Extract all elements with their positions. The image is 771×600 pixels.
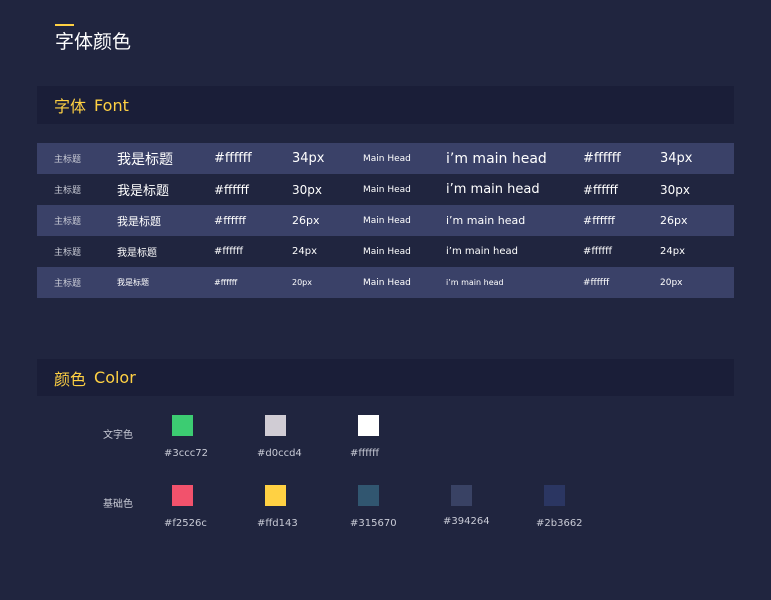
swatch-hex-label: #3ccc72 (164, 448, 208, 459)
cn-sample: 我是标题 (117, 278, 149, 287)
page: 字体颜色 字体 Font 主标题 我是标题 #ffffff 34px Main … (0, 0, 771, 600)
hex-value: #ffffff (214, 151, 252, 166)
swatch-hex-label: #d0ccd4 (257, 448, 302, 459)
row-label: 主标题 (54, 279, 82, 289)
cn-sample: 我是标题 (117, 184, 170, 199)
row-label: 主标题 (54, 217, 82, 227)
en-sample: i’m main head (446, 150, 547, 167)
color-section-title-cn: 颜色 (54, 369, 87, 389)
base-color-swatch-1: #f2526c (164, 485, 234, 529)
base-color-label: 基础色 (103, 499, 133, 510)
size-value: 20px (292, 278, 312, 287)
font-section-title-en: Font (94, 95, 129, 115)
font-row-30: 主标题 我是标题 #ffffff 30px Main Head i’m main… (37, 174, 734, 205)
size-value-2: 20px (660, 277, 683, 288)
text-color-label: 文字色 (103, 430, 133, 441)
en-sample: i’m main head (446, 278, 504, 287)
hex-value-2: #ffffff (583, 151, 621, 166)
size-value: 24px (292, 246, 317, 257)
size-value-2: 24px (660, 246, 685, 257)
swatch-hex-label: #f2526c (164, 518, 207, 529)
font-section-header: 字体 Font (37, 86, 734, 124)
text-color-swatch-1: #3ccc72 (164, 415, 234, 459)
font-table: 主标题 我是标题 #ffffff 34px Main Head i’m main… (37, 143, 734, 298)
hex-value-2: #ffffff (583, 182, 618, 197)
base-color-swatch-2: #ffd143 (257, 485, 327, 529)
font-row-34: 主标题 我是标题 #ffffff 34px Main Head i’m main… (37, 143, 734, 174)
font-row-24: 主标题 我是标题 #ffffff 24px Main Head i’m main… (37, 236, 734, 267)
en-label: Main Head (363, 153, 411, 164)
hex-value: #ffffff (214, 246, 244, 257)
swatch-hex-label: #315670 (350, 518, 397, 529)
text-color-swatch-3: #ffffff (350, 415, 420, 459)
swatch-hex-label: #ffffff (350, 448, 380, 459)
color-swatch (358, 415, 379, 436)
color-swatch (265, 415, 286, 436)
swatch-hex-label: #2b3662 (536, 518, 583, 529)
size-value: 34px (292, 151, 325, 166)
en-label: Main Head (363, 215, 411, 226)
en-sample: i’m main head (446, 182, 540, 197)
row-label: 主标题 (54, 186, 82, 196)
page-title: 字体颜色 (55, 31, 132, 53)
en-label: Main Head (363, 246, 411, 257)
base-color-swatch-4: #394264 (443, 485, 513, 527)
en-label: Main Head (363, 184, 411, 195)
hex-value-2: #ffffff (583, 277, 610, 288)
title-accent-bar (55, 24, 74, 26)
color-section-header: 颜色 Color (37, 359, 734, 396)
font-row-20: 主标题 我是标题 #ffffff 20px Main Head i’m main… (37, 267, 734, 298)
swatch-hex-label: #394264 (443, 516, 490, 527)
hex-value-2: #ffffff (583, 246, 613, 257)
en-sample: i’m main head (446, 246, 519, 257)
text-color-swatch-2: #d0ccd4 (257, 415, 327, 459)
hex-value: #ffffff (214, 278, 238, 287)
base-color-swatch-5: #2b3662 (536, 485, 606, 529)
swatch-hex-label: #ffd143 (257, 518, 298, 529)
page-title-block: 字体颜色 (55, 24, 131, 54)
size-value: 30px (292, 182, 322, 197)
base-color-swatch-3: #315670 (350, 485, 420, 529)
hex-value: #ffffff (214, 214, 246, 227)
row-label: 主标题 (54, 155, 82, 165)
cn-sample: 我是标题 (117, 248, 157, 259)
en-sample: i’m main head (446, 214, 526, 227)
size-value-2: 26px (660, 214, 688, 227)
cn-sample: 我是标题 (117, 151, 173, 168)
color-swatch (172, 415, 193, 436)
size-value: 26px (292, 214, 320, 227)
row-label: 主标题 (54, 248, 82, 258)
en-label: Main Head (363, 277, 411, 288)
color-swatch (451, 485, 472, 506)
font-row-26: 主标题 我是标题 #ffffff 26px Main Head i’m main… (37, 205, 734, 236)
font-section-title-cn: 字体 (54, 97, 87, 116)
color-section-title-en: Color (94, 368, 136, 387)
cn-sample: 我是标题 (117, 214, 161, 228)
size-value-2: 30px (660, 182, 690, 197)
hex-value-2: #ffffff (583, 214, 615, 227)
hex-value: #ffffff (214, 182, 249, 197)
color-swatch (172, 485, 193, 506)
size-value-2: 34px (660, 151, 693, 166)
color-swatch (265, 485, 286, 506)
color-swatch (544, 485, 565, 506)
color-swatch (358, 485, 379, 506)
